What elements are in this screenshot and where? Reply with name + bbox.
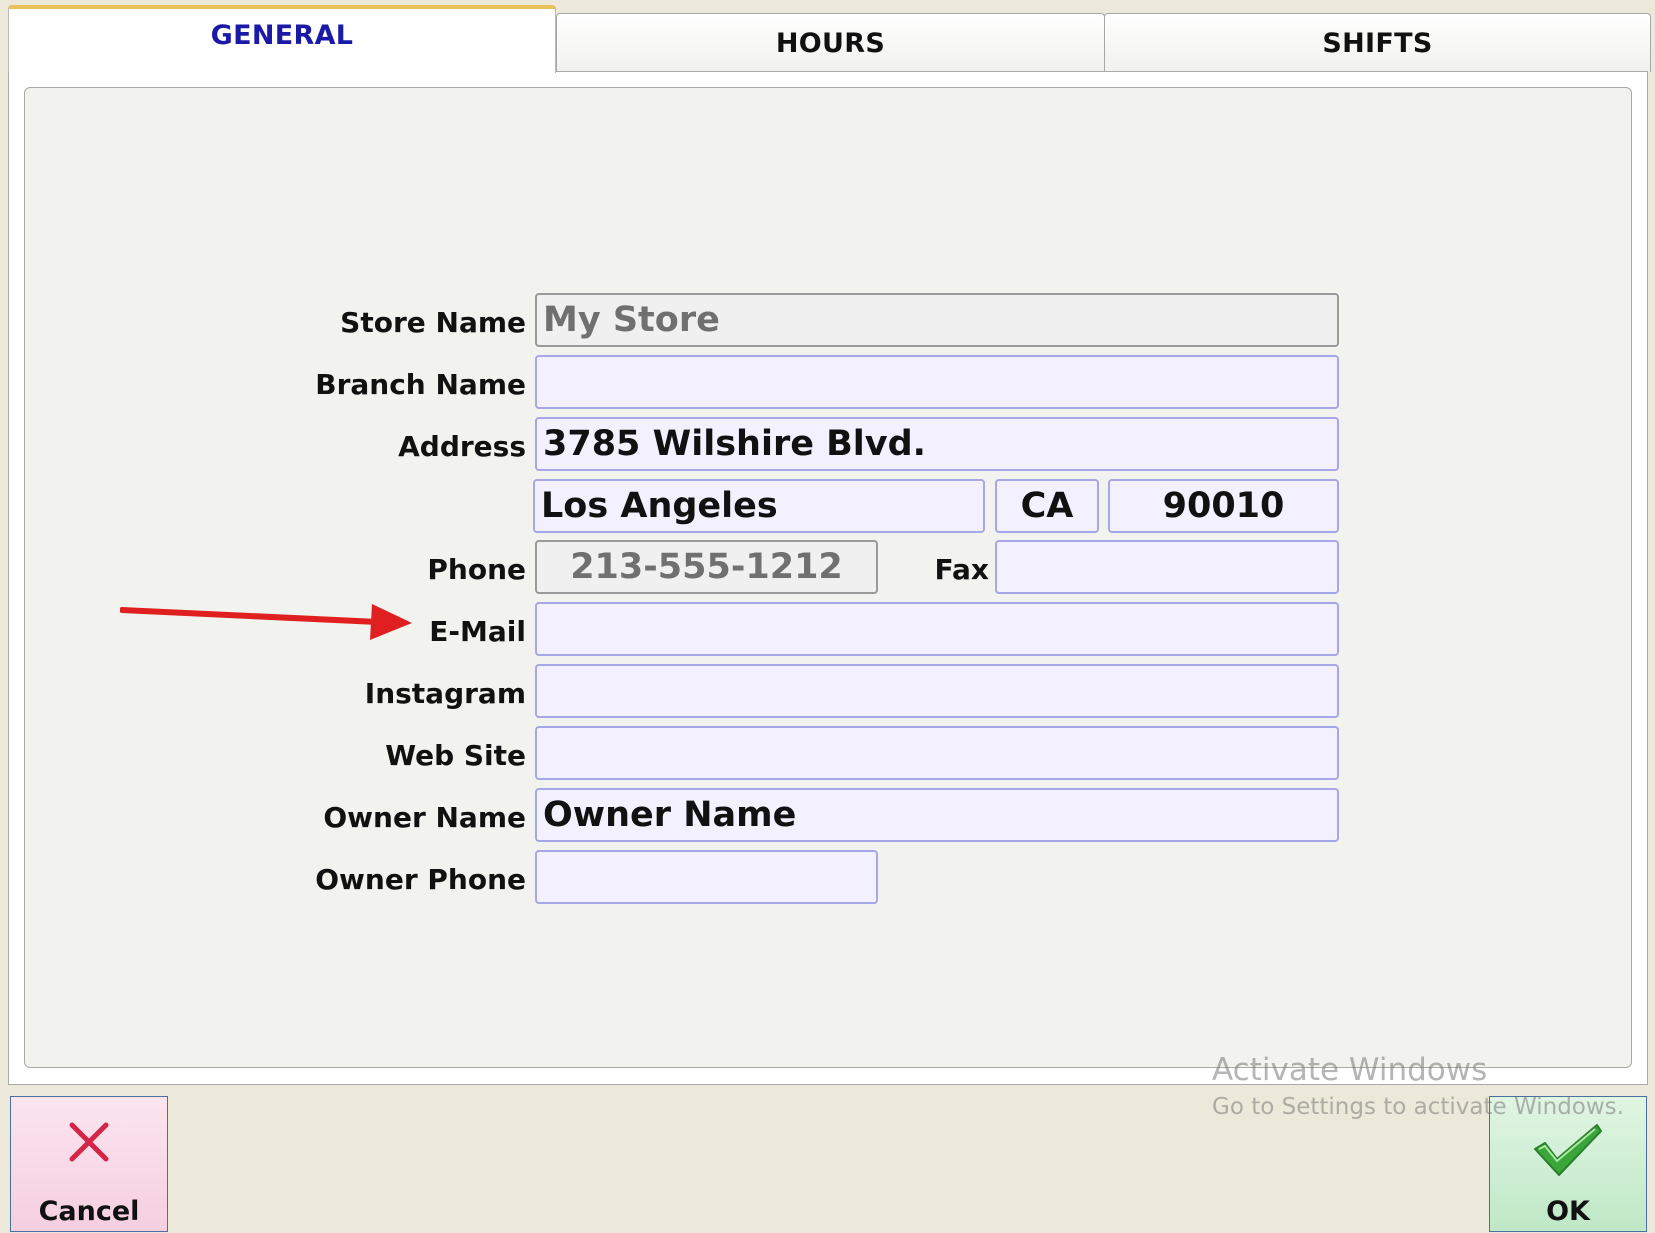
store-name-label: Store Name	[340, 305, 526, 339]
branch-name-field[interactable]	[535, 355, 1339, 409]
owner-name-field[interactable]: Owner Name	[535, 788, 1339, 842]
address-label: Address	[398, 429, 526, 463]
website-label: Web Site	[385, 738, 526, 772]
address-field[interactable]: 3785 Wilshire Blvd.	[535, 417, 1339, 471]
checkmark-icon	[1534, 1124, 1602, 1176]
x-icon	[69, 1122, 109, 1162]
phone-field[interactable]: 213-555-1212	[535, 540, 878, 594]
owner-phone-label: Owner Phone	[315, 862, 526, 896]
email-field[interactable]	[535, 602, 1339, 656]
owner-name-label: Owner Name	[323, 800, 526, 834]
fax-label: Fax	[934, 552, 989, 586]
owner-phone-field[interactable]	[535, 850, 878, 904]
instagram-label: Instagram	[364, 676, 526, 710]
red-arrow-icon	[120, 604, 412, 640]
cancel-button[interactable]: Cancel	[10, 1096, 168, 1232]
website-field[interactable]	[535, 726, 1339, 780]
cancel-button-label: Cancel	[38, 1196, 140, 1227]
fax-field[interactable]	[995, 540, 1339, 594]
tab-shifts[interactable]: SHIFTS	[1104, 13, 1651, 72]
tab-general[interactable]: GENERAL	[8, 5, 556, 73]
tab-hours[interactable]: HOURS	[556, 13, 1105, 72]
ok-button-label: OK	[1546, 1196, 1590, 1227]
instagram-field[interactable]	[535, 664, 1339, 718]
activation-watermark-title: Activate Windows	[1212, 1052, 1488, 1088]
state-field[interactable]: CA	[995, 479, 1099, 533]
branch-name-label: Branch Name	[315, 367, 526, 401]
city-field[interactable]: Los Angeles	[533, 479, 985, 533]
zip-field[interactable]: 90010	[1108, 479, 1339, 533]
store-name-field[interactable]: My Store	[535, 293, 1339, 347]
phone-label: Phone	[427, 552, 526, 586]
activation-watermark-subtitle: Go to Settings to activate Windows.	[1212, 1094, 1624, 1120]
